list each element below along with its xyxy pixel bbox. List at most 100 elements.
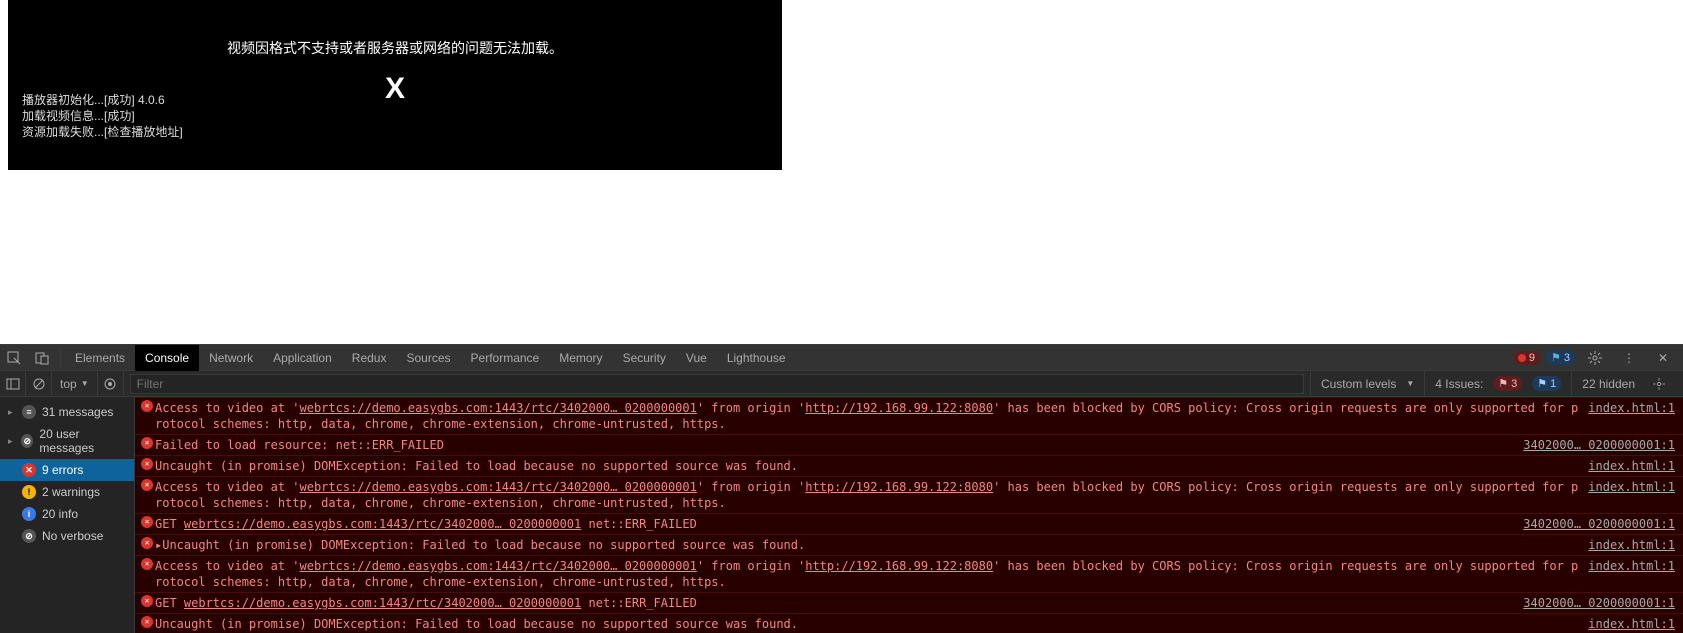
- log-source-link[interactable]: index.html:1: [1588, 400, 1675, 432]
- flag-icon: ⚑: [1551, 351, 1561, 364]
- console-sidebar: ▸≡31 messages▸⊘20 user messages✕9 errors…: [0, 397, 135, 633]
- verb-icon: ⊘: [22, 529, 36, 543]
- sidebar-toggle-icon[interactable]: [0, 371, 26, 397]
- console-error-row[interactable]: ✕Access to video at 'webrtcs://demo.easy…: [135, 476, 1683, 513]
- video-player: 视频因格式不支持或者服务器或网络的问题无法加载。 X 播放器初始化...[成功]…: [8, 0, 782, 170]
- console-error-row[interactable]: ✕Failed to load resource: net::ERR_FAILE…: [135, 434, 1683, 455]
- expand-icon: ▸: [8, 407, 16, 418]
- tab-console[interactable]: Console: [135, 345, 199, 371]
- log-text: ▸Uncaught (in promise) DOMException: Fai…: [155, 537, 1588, 553]
- sidebar-item-warnings[interactable]: !2 warnings: [0, 481, 134, 503]
- error-icon: ✕: [141, 537, 155, 553]
- log-text: Access to video at 'webrtcs://demo.easyg…: [155, 400, 1588, 432]
- issues-summary[interactable]: 4 Issues: ⚑ 3 ⚑ 1: [1424, 371, 1571, 396]
- error-icon: ✕: [141, 516, 155, 532]
- divider: [60, 349, 61, 367]
- log-text: Access to video at 'webrtcs://demo.easyg…: [155, 479, 1588, 511]
- issue-count-badge[interactable]: ⚑ 3: [1546, 350, 1575, 365]
- error-icon: ✕: [141, 437, 155, 453]
- error-count: 9: [1529, 352, 1535, 364]
- log-source-link[interactable]: index.html:1: [1588, 479, 1675, 511]
- error-dot-icon: [1518, 354, 1526, 362]
- flag-icon: ⚑: [1498, 377, 1508, 390]
- sidebar-item-user-messages[interactable]: ▸⊘20 user messages: [0, 423, 134, 459]
- console-error-row[interactable]: ✕Uncaught (in promise) DOMException: Fai…: [135, 613, 1683, 633]
- console-error-row[interactable]: ✕GET webrtcs://demo.easygbs.com:1443/rtc…: [135, 513, 1683, 534]
- inspect-icon[interactable]: [6, 350, 22, 366]
- console-log: ✕Access to video at 'webrtcs://demo.easy…: [135, 397, 1683, 633]
- tab-lighthouse[interactable]: Lighthouse: [717, 345, 796, 371]
- sidebar-item-label: 20 user messages: [39, 427, 126, 455]
- kebab-icon[interactable]: ⋮: [1621, 350, 1637, 366]
- settings-icon[interactable]: [1587, 350, 1603, 366]
- tab-network[interactable]: Network: [199, 345, 263, 371]
- issue-count: 3: [1564, 352, 1570, 364]
- error-icon: ✕: [141, 595, 155, 611]
- console-error-row[interactable]: ✕Uncaught (in promise) DOMException: Fai…: [135, 455, 1683, 476]
- player-log-line: 加载视频信息...[成功]: [22, 108, 183, 124]
- console-toolbar: top ▼ Custom levels ▼ 4 Issues: ⚑ 3 ⚑ 1 …: [0, 371, 1683, 397]
- msg-icon: ≡: [22, 405, 36, 419]
- log-source-link[interactable]: index.html:1: [1588, 537, 1675, 553]
- issues-info-badge: ⚑ 1: [1532, 376, 1561, 391]
- sidebar-item-messages[interactable]: ▸ ≡ 31 messages: [0, 401, 134, 423]
- sidebar-item-label: 2 warnings: [42, 485, 100, 499]
- hidden-label: 22 hidden: [1582, 377, 1635, 391]
- tab-redux[interactable]: Redux: [342, 345, 397, 371]
- levels-label: Custom levels: [1321, 377, 1396, 391]
- chevron-down-icon: ▼: [1406, 379, 1414, 388]
- log-source-link[interactable]: 3402000… 0200000001:1: [1523, 516, 1675, 532]
- settings-icon[interactable]: [1651, 376, 1667, 392]
- log-source-link[interactable]: index.html:1: [1588, 616, 1675, 632]
- tab-application[interactable]: Application: [263, 345, 342, 371]
- console-error-row[interactable]: ✕Access to video at 'webrtcs://demo.easy…: [135, 397, 1683, 434]
- hidden-count[interactable]: 22 hidden: [1571, 371, 1683, 396]
- live-expression-icon[interactable]: [98, 371, 124, 397]
- context-label: top: [60, 377, 77, 391]
- error-icon: ✕: [141, 400, 155, 432]
- sidebar-item-label: 9 errors: [42, 463, 83, 477]
- tab-performance[interactable]: Performance: [461, 345, 550, 371]
- issues-label: 4 Issues:: [1435, 377, 1483, 391]
- log-text: Access to video at 'webrtcs://demo.easyg…: [155, 558, 1588, 590]
- log-source-link[interactable]: 3402000… 0200000001:1: [1523, 437, 1675, 453]
- error-icon: ✕: [141, 479, 155, 511]
- log-text: GET webrtcs://demo.easygbs.com:1443/rtc/…: [155, 595, 1523, 611]
- sidebar-item-label: No verbose: [42, 529, 103, 543]
- sidebar-item-info[interactable]: i20 info: [0, 503, 134, 525]
- devtools-tabbar: ElementsConsoleNetworkApplicationReduxSo…: [0, 345, 1683, 371]
- log-text: Uncaught (in promise) DOMException: Fail…: [155, 616, 1588, 632]
- sidebar-item-label: 31 messages: [42, 405, 113, 419]
- devtools-panel: ElementsConsoleNetworkApplicationReduxSo…: [0, 344, 1683, 633]
- sidebar-item-No-verbose[interactable]: ⊘ No verbose: [0, 525, 134, 547]
- expand-icon: ▸: [8, 436, 15, 447]
- info-icon: i: [22, 507, 36, 521]
- device-toggle-icon[interactable]: [34, 350, 50, 366]
- tab-sources[interactable]: Sources: [396, 345, 460, 371]
- log-source-link[interactable]: index.html:1: [1588, 558, 1675, 590]
- filter-input[interactable]: [130, 374, 1304, 394]
- tab-vue[interactable]: Vue: [676, 345, 717, 371]
- player-error-message: 视频因格式不支持或者服务器或网络的问题无法加载。: [8, 38, 782, 58]
- log-text: Failed to load resource: net::ERR_FAILED: [155, 437, 1523, 453]
- filter-field[interactable]: [124, 371, 1310, 396]
- tab-security[interactable]: Security: [613, 345, 676, 371]
- tab-elements[interactable]: Elements: [65, 345, 135, 371]
- context-selector[interactable]: top ▼: [52, 371, 98, 396]
- levels-selector[interactable]: Custom levels ▼: [1310, 371, 1424, 396]
- console-body: ▸≡31 messages▸⊘20 user messages✕9 errors…: [0, 397, 1683, 633]
- log-source-link[interactable]: 3402000… 0200000001:1: [1523, 595, 1675, 611]
- error-count-badge[interactable]: 9: [1513, 351, 1540, 365]
- sidebar-item-errors[interactable]: ✕9 errors: [0, 459, 134, 481]
- player-log-line: 资源加载失败...[检查播放地址]: [22, 124, 183, 140]
- player-log-line: 播放器初始化...[成功] 4.0.6: [22, 92, 183, 108]
- tab-memory[interactable]: Memory: [549, 345, 612, 371]
- flag-icon: ⚑: [1537, 377, 1547, 390]
- log-source-link[interactable]: index.html:1: [1588, 458, 1675, 474]
- console-error-row[interactable]: ✕Access to video at 'webrtcs://demo.easy…: [135, 555, 1683, 592]
- close-icon[interactable]: ✕: [1655, 350, 1671, 366]
- clear-console-icon[interactable]: [26, 371, 52, 397]
- error-icon: ✕: [141, 616, 155, 632]
- console-error-row[interactable]: ✕GET webrtcs://demo.easygbs.com:1443/rtc…: [135, 592, 1683, 613]
- console-error-row[interactable]: ✕▸Uncaught (in promise) DOMException: Fa…: [135, 534, 1683, 555]
